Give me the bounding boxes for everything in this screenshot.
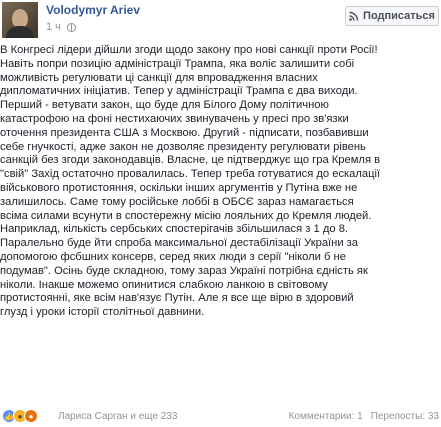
globe-icon — [66, 22, 76, 32]
follow-label: Подписаться — [363, 10, 435, 22]
post-text-line: катастрофою на фоні нестихаючих звинувач… — [0, 112, 349, 125]
author-avatar[interactable] — [2, 2, 38, 38]
post-text-line: глузд і уроки історії столітньої давнини… — [0, 306, 205, 319]
post-footer: 👍 ● ● Лариса Сарган и еще 233 Комментари… — [0, 406, 441, 427]
shares-count[interactable]: Перепосты: 33 — [371, 411, 439, 422]
post-time[interactable]: 1 ч — [46, 21, 61, 33]
post-text-line: оточення президента США з Москвою. Други… — [0, 126, 369, 139]
post-stats: Комментарии: 1 Перепосты: 33 — [289, 411, 439, 422]
post-meta: 1 ч — [46, 20, 76, 34]
post-text-line: "свій" Захід остаточно провалилась. Тепе… — [0, 168, 381, 181]
comments-count[interactable]: Комментарии: 1 — [289, 411, 363, 422]
post-text-line: можливість регулювати ці санкції для впр… — [0, 71, 318, 84]
post-text-line: ніколи. Інакше можемо опинитися слабкою … — [0, 278, 328, 291]
post-text-line: допомогою фсбшних консерв, серед яких лю… — [0, 250, 346, 263]
reactors-text[interactable]: Лариса Сарган и еще 233 — [58, 411, 177, 422]
post-text-line: Паралельно буде йти спроба максимальної … — [0, 237, 359, 250]
post-header: Volodymyr Ariev 1 ч Подписаться — [0, 0, 441, 42]
post-text-line: дипломатичних ініціатив. Тепер у адмініс… — [0, 85, 358, 98]
facebook-post: Volodymyr Ariev 1 ч Подписаться В Конгре… — [0, 0, 441, 427]
author-name[interactable]: Volodymyr Ariev — [46, 3, 140, 17]
post-text-line: залишилось. Саме тому російське лоббі в … — [0, 195, 354, 208]
follow-button[interactable]: Подписаться — [345, 6, 439, 26]
post-text-line: всіма силами всунути в спостережну місію… — [0, 209, 372, 222]
post-text-line: Наприклад, кількість сербських спостеріг… — [0, 223, 349, 236]
post-text-line: Навіть попри позицію адміністрації Трамп… — [0, 57, 355, 70]
rss-icon — [349, 11, 359, 21]
avatar-body — [6, 26, 34, 38]
post-text-line: протистоянні, яке всім нав'язує Путін. А… — [0, 292, 354, 305]
reactions[interactable]: 👍 ● ● — [2, 409, 38, 423]
angry-icon: ● — [24, 409, 38, 423]
post-text-line: себе гнучкості, адже закон не дозволяє п… — [0, 140, 366, 153]
post-text-line: подумав". Осінь буде складною, тому зара… — [0, 264, 368, 277]
post-text-line: санкцій без згоди законодавців. Власне, … — [0, 154, 381, 167]
post-text-line: Перший - ветувати закон, що буде для Біл… — [0, 99, 329, 112]
post-text-line: військового протистояння, оскільки інших… — [0, 181, 358, 194]
post-text-line: В Конгресі лідери дійшли згоди щодо зако… — [0, 44, 378, 56]
post-text: В Конгресі лідери дійшли згоди щодо зако… — [0, 44, 441, 320]
